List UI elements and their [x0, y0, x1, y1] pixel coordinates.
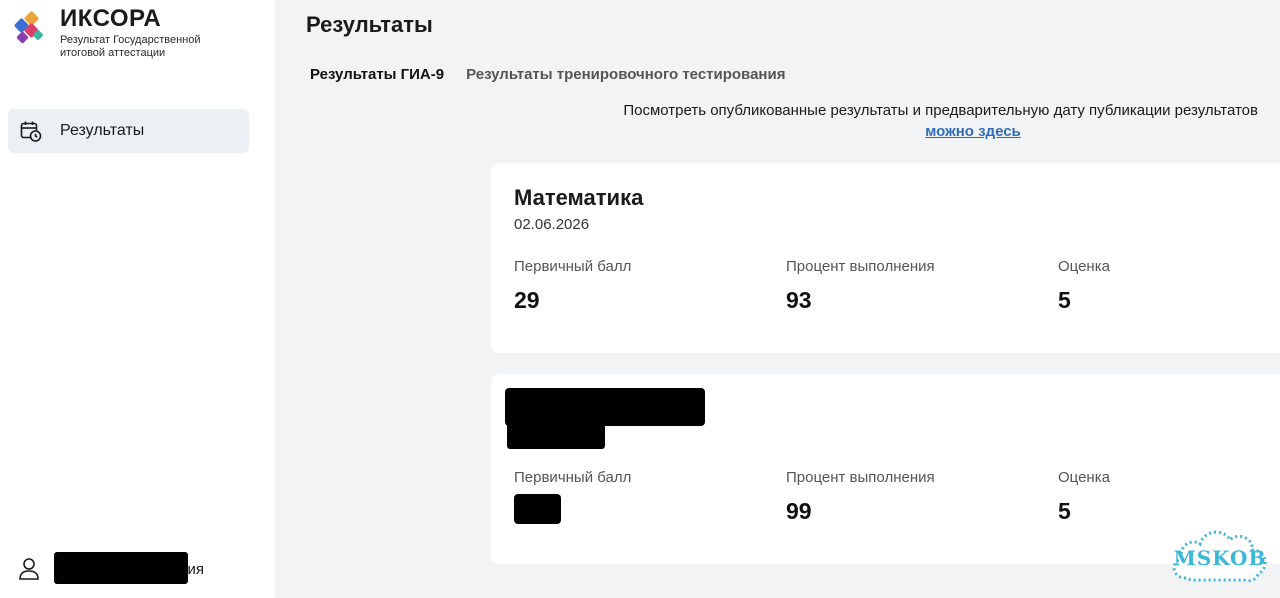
result-card: Первичный балл Процент выполнения 99 Оце… — [491, 374, 1280, 564]
user-icon — [19, 558, 39, 580]
sidebar-item-label: Результаты — [60, 122, 145, 139]
watermark-text: MSKOB — [1173, 546, 1267, 570]
primary-score-label: Первичный балл — [514, 258, 632, 275]
exam-date: 02.06.2026 — [514, 216, 590, 233]
grade-column: Оценка 5 — [1058, 469, 1110, 525]
completion-percent-label: Процент выполнения — [786, 258, 935, 275]
completion-percent-value: 99 — [786, 498, 812, 524]
completion-percent-column: Процент выполнения 99 — [786, 469, 935, 525]
calendar-clock-icon — [20, 121, 42, 142]
subject-title: Математика — [514, 185, 644, 210]
logo-mark-icon — [13, 10, 46, 45]
tabs: Результаты ГИА-9 Результаты тренировочно… — [310, 66, 807, 84]
redaction-block — [505, 388, 705, 426]
user-name-suffix: ия — [187, 560, 204, 578]
user-name: ия — [54, 552, 204, 584]
user-profile[interactable]: ия — [18, 552, 204, 584]
logo[interactable]: ИКСОРА Результат Государственной итогово… — [13, 5, 220, 60]
sidebar-item-results[interactable]: Результаты — [8, 109, 249, 153]
grade-value: 5 — [1058, 498, 1071, 524]
grade-value: 5 — [1058, 287, 1071, 313]
tab-practice-results[interactable]: Результаты тренировочного тестирования — [466, 66, 785, 84]
watermark: MSKOB — [1166, 518, 1274, 592]
redaction-block — [54, 552, 188, 584]
publication-notice: Посмотреть опубликованные результаты и п… — [498, 102, 1258, 141]
primary-score-column: Первичный балл — [514, 469, 631, 524]
grade-label: Оценка — [1058, 258, 1110, 275]
completion-percent-value: 93 — [786, 287, 812, 313]
completion-percent-column: Процент выполнения 93 — [786, 258, 935, 314]
grade-column: Оценка 5 — [1058, 258, 1110, 314]
grade-label: Оценка — [1058, 469, 1110, 486]
result-card: Математика 02.06.2026 Первичный балл 29 … — [491, 163, 1280, 353]
redaction-block — [514, 494, 561, 524]
tab-gia9-results[interactable]: Результаты ГИА-9 — [310, 66, 444, 84]
main-content: Результаты Результаты ГИА-9 Результаты т… — [275, 0, 1280, 598]
redaction-block — [507, 422, 605, 449]
page-title: Результаты — [306, 12, 433, 37]
primary-score-column: Первичный балл 29 — [514, 258, 631, 314]
logo-title: ИКСОРА — [60, 5, 162, 32]
primary-score-label: Первичный балл — [514, 469, 632, 486]
notice-text: Посмотреть опубликованные результаты и п… — [623, 102, 1258, 119]
notice-link[interactable]: можно здесь — [925, 123, 1021, 140]
primary-score-value: 29 — [514, 287, 540, 313]
completion-percent-label: Процент выполнения — [786, 469, 935, 486]
sidebar: ИКСОРА Результат Государственной итогово… — [0, 0, 275, 598]
logo-subtitle: Результат Государственной итоговой аттес… — [60, 34, 201, 59]
